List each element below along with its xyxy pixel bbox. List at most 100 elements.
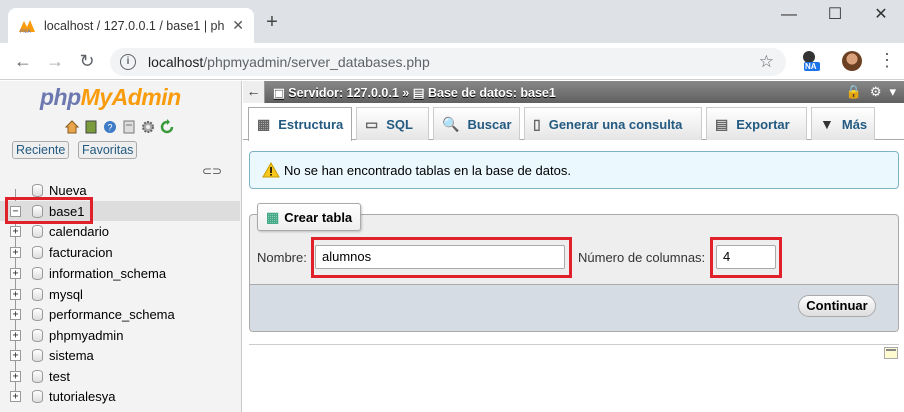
browser-toolbar: ← → ↻ i localhost/phpmyadmin/server_data…	[0, 43, 904, 80]
tab-label: Buscar	[467, 116, 512, 132]
tab-structure[interactable]: ▦ Estructura	[248, 107, 352, 141]
url-host: localhost	[148, 54, 204, 70]
expand-icon[interactable]: +	[10, 390, 21, 402]
lock-icon[interactable]: 🔒	[846, 84, 862, 100]
database-icon	[32, 287, 43, 301]
quick-links: ?	[64, 119, 175, 135]
tab-label: SQL	[386, 116, 413, 132]
more-icon: ▼	[820, 116, 834, 132]
tree-item-tutorialesya[interactable]: + tutorialesya	[0, 386, 240, 406]
tree-item-sistema[interactable]: + sistema	[0, 345, 240, 365]
notice-text: No se han encontrado tablas en la base d…	[284, 162, 571, 178]
recent-tables-button[interactable]: Reciente	[12, 141, 70, 159]
sql-icon: ▭	[365, 115, 379, 132]
logout-icon[interactable]	[83, 119, 99, 135]
breadcrumb-server[interactable]: Servidor: 127.0.0.1	[288, 86, 398, 100]
expand-icon[interactable]: +	[10, 329, 21, 341]
browser-menu-icon[interactable]: ⋮	[878, 50, 896, 70]
link-with-main-panel-icon[interactable]: ⊂⊃	[202, 164, 222, 178]
settings-gear-icon[interactable]	[140, 119, 156, 135]
profile-avatar[interactable]	[842, 51, 862, 71]
tree-item-label: tutorialesya	[49, 388, 116, 404]
query-icon: ▯	[533, 115, 541, 132]
reload-navigation-icon[interactable]	[159, 119, 175, 135]
svg-text:PMA: PMA	[20, 29, 32, 34]
database-icon	[32, 348, 43, 362]
collapse-panel-icon[interactable]: ←	[243, 81, 265, 103]
tree-item-mysql[interactable]: + mysql	[0, 284, 240, 304]
highlight-name-input	[311, 237, 572, 278]
documentation-icon[interactable]	[121, 119, 137, 135]
tab-sql[interactable]: ▭ SQL	[356, 107, 429, 140]
back-arrow-icon[interactable]: ←	[12, 51, 34, 71]
tree-item-label: Nueva	[49, 182, 87, 198]
maximize-icon[interactable]: ☐	[812, 4, 858, 26]
breadcrumb-bar: ← ▣ Servidor: 127.0.0.1 » ▤ Base de dato…	[243, 81, 904, 103]
expand-icon[interactable]: +	[10, 246, 21, 258]
database-icon	[32, 369, 43, 383]
phpmyadmin-favicon-icon: PMA	[18, 18, 36, 34]
expand-icon[interactable]: +	[10, 288, 21, 300]
close-tab-icon[interactable]: ✕	[232, 17, 244, 34]
address-bar[interactable]: i localhost/phpmyadmin/server_databases.…	[110, 48, 786, 76]
breadcrumb-database[interactable]: Base de datos: base1	[428, 86, 556, 100]
new-tab-button[interactable]: +	[262, 12, 282, 32]
search-icon: 🔍	[442, 115, 460, 132]
settings-gear-icon[interactable]: ⚙	[870, 84, 882, 100]
tree-item-label: sistema	[49, 347, 94, 363]
expand-icon[interactable]: +	[10, 349, 21, 361]
tab-query[interactable]: ▯ Generar una consulta	[524, 107, 702, 140]
create-table-legend: ▦ Crear tabla	[257, 203, 362, 231]
forward-arrow-icon[interactable]: →	[44, 51, 66, 71]
breadcrumb-separator: »	[402, 85, 410, 100]
tab-export[interactable]: ▤ Exportar	[706, 107, 807, 140]
expand-icon[interactable]: +	[10, 308, 21, 320]
url-path: /phpmyadmin/server_databases.php	[203, 54, 430, 70]
browser-tab-bar: PMA localhost / 127.0.0.1 / base1 | php …	[0, 0, 904, 43]
tree-item-phpmyadmin[interactable]: + phpmyadmin	[0, 325, 240, 345]
minimize-icon[interactable]: —	[766, 4, 812, 26]
expand-icon[interactable]: +	[10, 370, 21, 382]
tree-item-facturacion[interactable]: + facturacion	[0, 242, 240, 262]
tree-item-information-schema[interactable]: + information_schema	[0, 263, 240, 283]
close-window-icon[interactable]: ✕	[858, 4, 904, 26]
database-icon	[32, 183, 43, 197]
favorite-tables-button[interactable]: Favoritas	[78, 141, 138, 159]
continue-button[interactable]: Continuar	[798, 295, 876, 317]
database-icon	[32, 224, 43, 238]
structure-icon: ▦	[257, 116, 271, 132]
tree-item-label: test	[49, 368, 70, 384]
columns-label: Número de columnas:	[578, 250, 706, 265]
database-icon	[32, 245, 43, 259]
breadcrumb: ▣ Servidor: 127.0.0.1 » ▤ Base de datos:…	[273, 85, 556, 100]
home-icon[interactable]	[64, 119, 80, 135]
tree-item-label: information_schema	[49, 265, 167, 281]
tab-more[interactable]: ▼ Más	[811, 107, 875, 140]
tree-item-label: phpmyadmin	[49, 327, 124, 343]
tree-item-label: calendario	[49, 223, 109, 239]
reload-icon[interactable]: ↻	[76, 51, 98, 71]
no-tables-notice: No se han encontrado tablas en la base d…	[249, 151, 899, 189]
tree-item-label: mysql	[49, 286, 83, 302]
tree-item-performance-schema[interactable]: + performance_schema	[0, 304, 240, 324]
expand-icon[interactable]: +	[10, 225, 21, 237]
database-icon	[32, 266, 43, 280]
help-icon[interactable]: ?	[102, 119, 118, 135]
server-icon: ▣	[273, 85, 285, 100]
phpmyadmin-logo[interactable]: phpMyAdmin	[40, 84, 181, 111]
divider	[249, 344, 899, 345]
database-tabs: ▦ Estructura ▭ SQL 🔍 Buscar ▯ Generar un…	[243, 103, 904, 141]
expand-icon[interactable]: +	[10, 267, 21, 279]
site-info-icon[interactable]: i	[120, 54, 136, 70]
tab-search[interactable]: 🔍 Buscar	[433, 107, 520, 140]
tree-item-test[interactable]: + test	[0, 366, 240, 386]
database-icon	[32, 328, 43, 342]
console-icon[interactable]	[884, 347, 898, 359]
warning-icon	[262, 162, 280, 178]
collapse-menu-icon[interactable]: ▾	[889, 84, 896, 100]
tree-item-calendario[interactable]: + calendario	[0, 221, 240, 241]
browser-tab[interactable]: PMA localhost / 127.0.0.1 / base1 | php …	[8, 8, 254, 43]
bookmark-star-icon[interactable]: ☆	[759, 52, 774, 72]
highlight-columns-input	[710, 237, 782, 278]
extension-icon[interactable]: NA	[800, 49, 822, 73]
